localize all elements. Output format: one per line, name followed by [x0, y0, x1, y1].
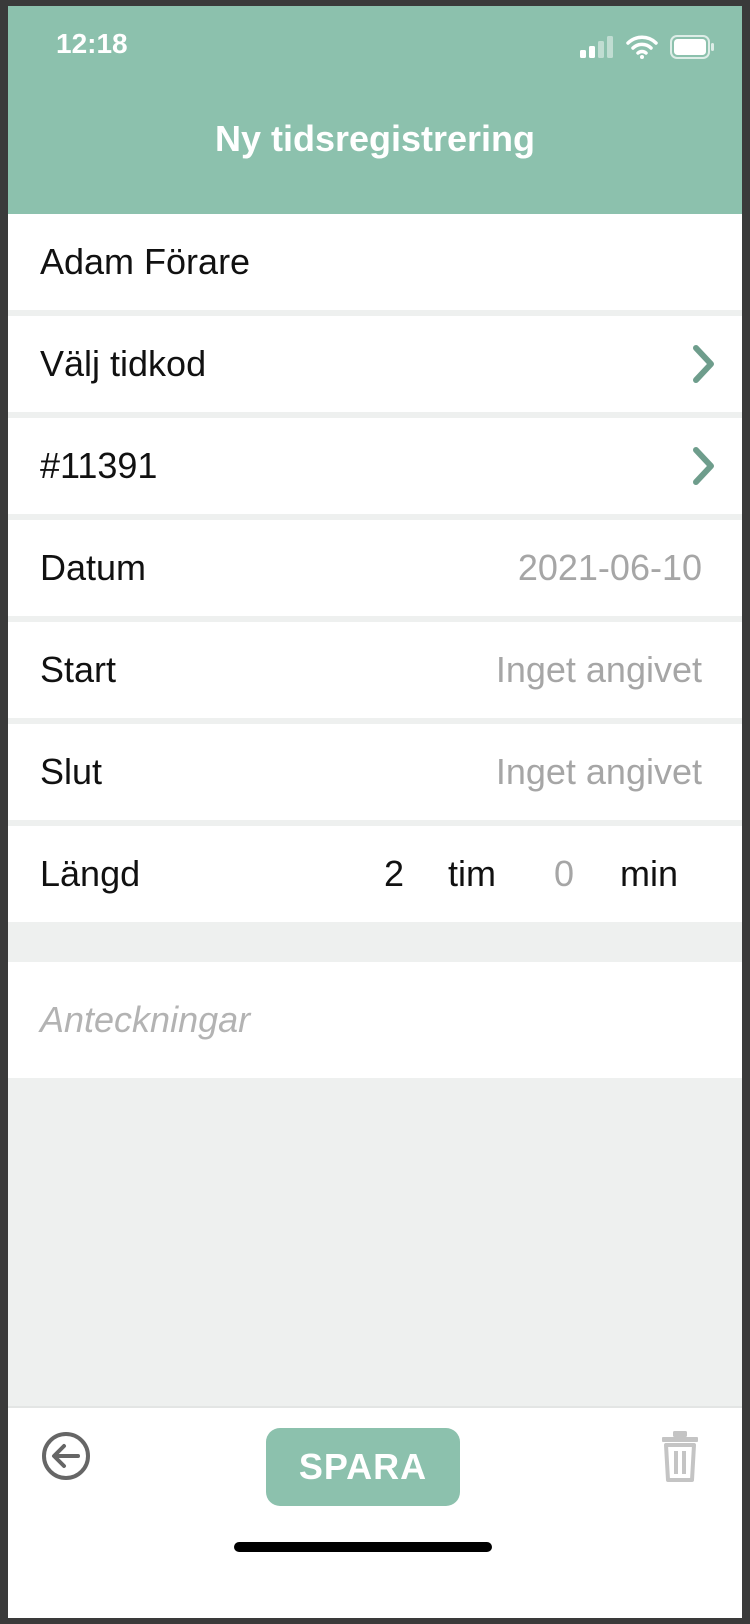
bottom-toolbar: SPARA: [8, 1406, 742, 1618]
time-code-label: Välj tidkod: [40, 343, 207, 384]
end-row[interactable]: Slut Inget angivet: [8, 724, 742, 820]
status-icons: [580, 32, 716, 62]
end-label: Slut: [40, 751, 103, 792]
date-row[interactable]: Datum 2021-06-10: [8, 520, 742, 616]
start-value[interactable]: Inget angivet: [496, 649, 702, 691]
minutes-unit: min: [620, 853, 679, 894]
order-number: #11391: [40, 445, 158, 486]
app-header: 12:18 Ny tidsregistrering: [8, 6, 742, 214]
driver-row: Adam Förare: [8, 214, 742, 310]
start-row[interactable]: Start Inget angivet: [8, 622, 742, 718]
minutes-input[interactable]: 0: [554, 853, 574, 895]
hours-input[interactable]: 2: [384, 853, 404, 895]
battery-icon: [670, 35, 714, 59]
length-row: Längd 2 tim 0 min: [8, 826, 742, 922]
date-value[interactable]: 2021-06-10: [518, 547, 702, 589]
length-label: Längd: [40, 853, 141, 894]
phone-screen: 12:18 Ny tidsregistrering Adam Förare Vä…: [8, 6, 742, 1618]
status-time: 12:18: [56, 28, 128, 59]
chevron-right-icon: [693, 345, 714, 383]
start-label: Start: [40, 649, 117, 690]
back-arrow-icon[interactable]: [40, 1430, 92, 1482]
trash-icon[interactable]: [658, 1430, 702, 1482]
hours-unit: tim: [448, 853, 496, 894]
chevron-right-icon: [693, 447, 714, 485]
driver-name: Adam Förare: [40, 241, 251, 282]
page-title: Ny tidsregistrering: [214, 118, 536, 159]
signal-icon: [580, 36, 613, 58]
notes-field[interactable]: Anteckningar: [8, 962, 742, 1078]
wifi-icon: [626, 35, 658, 59]
home-indicator: [234, 1542, 492, 1552]
order-row[interactable]: #11391: [8, 418, 742, 514]
time-code-row[interactable]: Välj tidkod: [8, 316, 742, 412]
save-button[interactable]: SPARA: [266, 1428, 460, 1506]
notes-placeholder: Anteckningar: [40, 999, 251, 1040]
date-label: Datum: [40, 547, 147, 588]
end-value[interactable]: Inget angivet: [496, 751, 702, 793]
